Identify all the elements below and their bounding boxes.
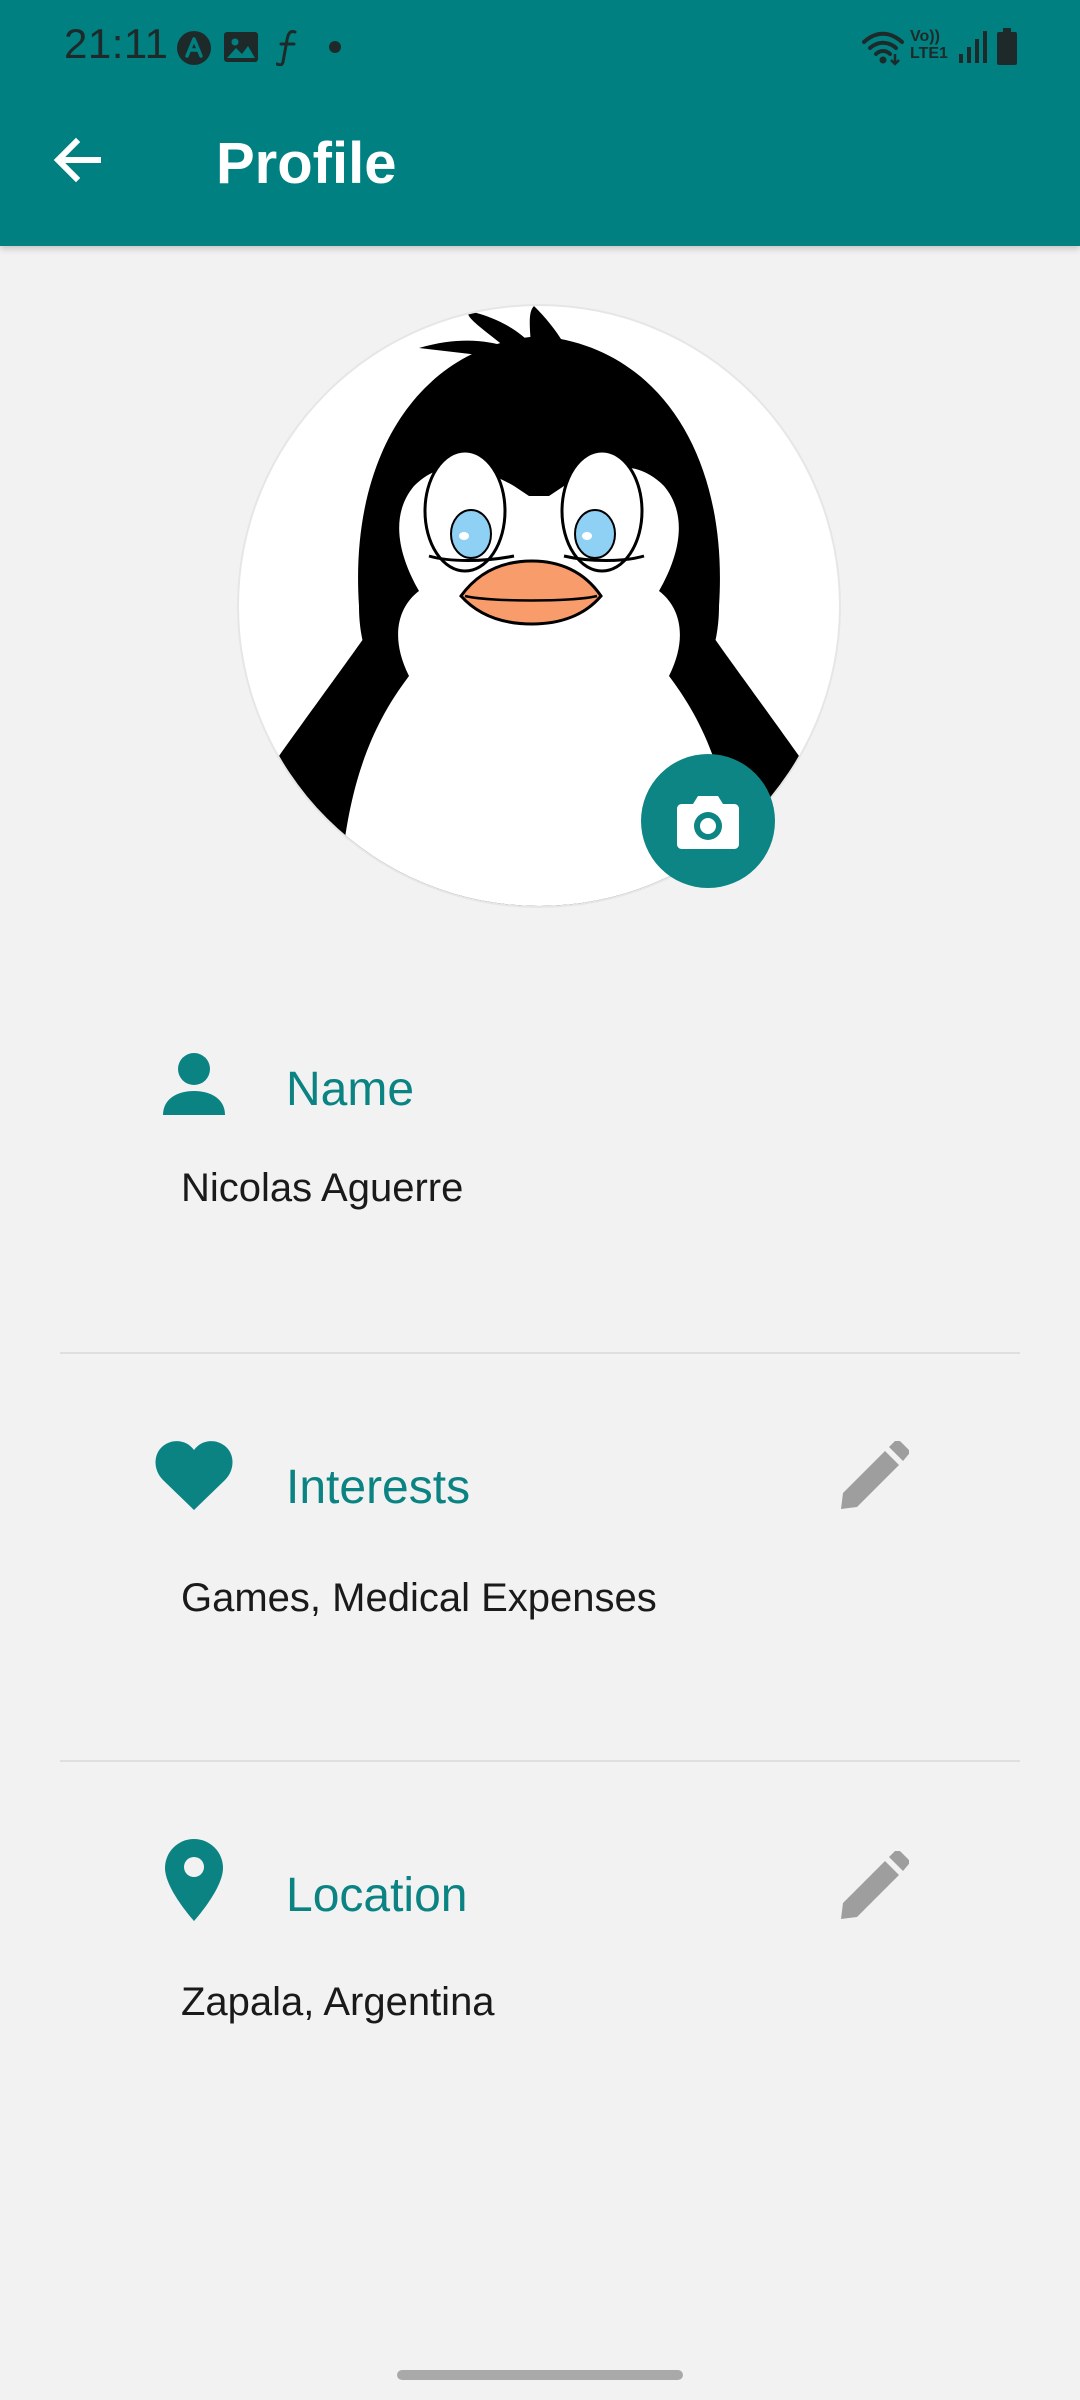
arrow-back-icon [53,137,101,183]
edit-location-button[interactable] [834,1846,914,1926]
name-value: Nicolas Aguerre [181,1166,464,1210]
name-section: Name Nicolas Aguerre [0,1040,1080,1340]
volte-text: Vo)) [910,28,940,45]
divider [60,1760,1020,1762]
camera-icon [677,796,739,849]
wifi-icon [862,30,904,71]
interests-label: Interests [286,1461,471,1514]
pencil-icon [841,1851,909,1919]
gallery-icon [224,32,258,67]
back-button[interactable] [38,120,118,200]
person-icon [154,1044,234,1124]
pencil-icon [841,1441,909,1509]
heart-icon [154,1436,234,1516]
home-indicator[interactable] [397,2370,683,2380]
location-pin-icon [154,1839,234,1921]
location-value: Zapala, Argentina [181,1980,495,2024]
signal-icon [958,30,988,69]
avatar-container [239,306,839,906]
status-bar: 21:11 Vo)) LTE1 [0,0,1080,96]
app-a-icon [176,30,212,71]
location-section: Location Zapala, Argentina [0,1839,1080,2140]
interests-value: Games, Medical Expenses [181,1576,657,1620]
divider [60,1352,1020,1354]
location-label: Location [286,1869,468,1922]
battery-icon [996,28,1018,71]
interests-section: Interests Games, Medical Expenses [0,1436,1080,1736]
lte-text: LTE1 [910,45,948,62]
page-title: Profile [216,131,397,196]
function-icon [275,28,300,71]
status-time: 21:11 [64,20,169,67]
change-photo-button[interactable] [641,754,775,888]
volte-icon: Vo)) LTE1 [910,28,948,62]
app-bar: 21:11 Vo)) LTE1 Profile [0,0,1080,246]
name-label: Name [286,1063,415,1116]
edit-interests-button[interactable] [834,1436,914,1516]
dot-icon [329,41,341,53]
